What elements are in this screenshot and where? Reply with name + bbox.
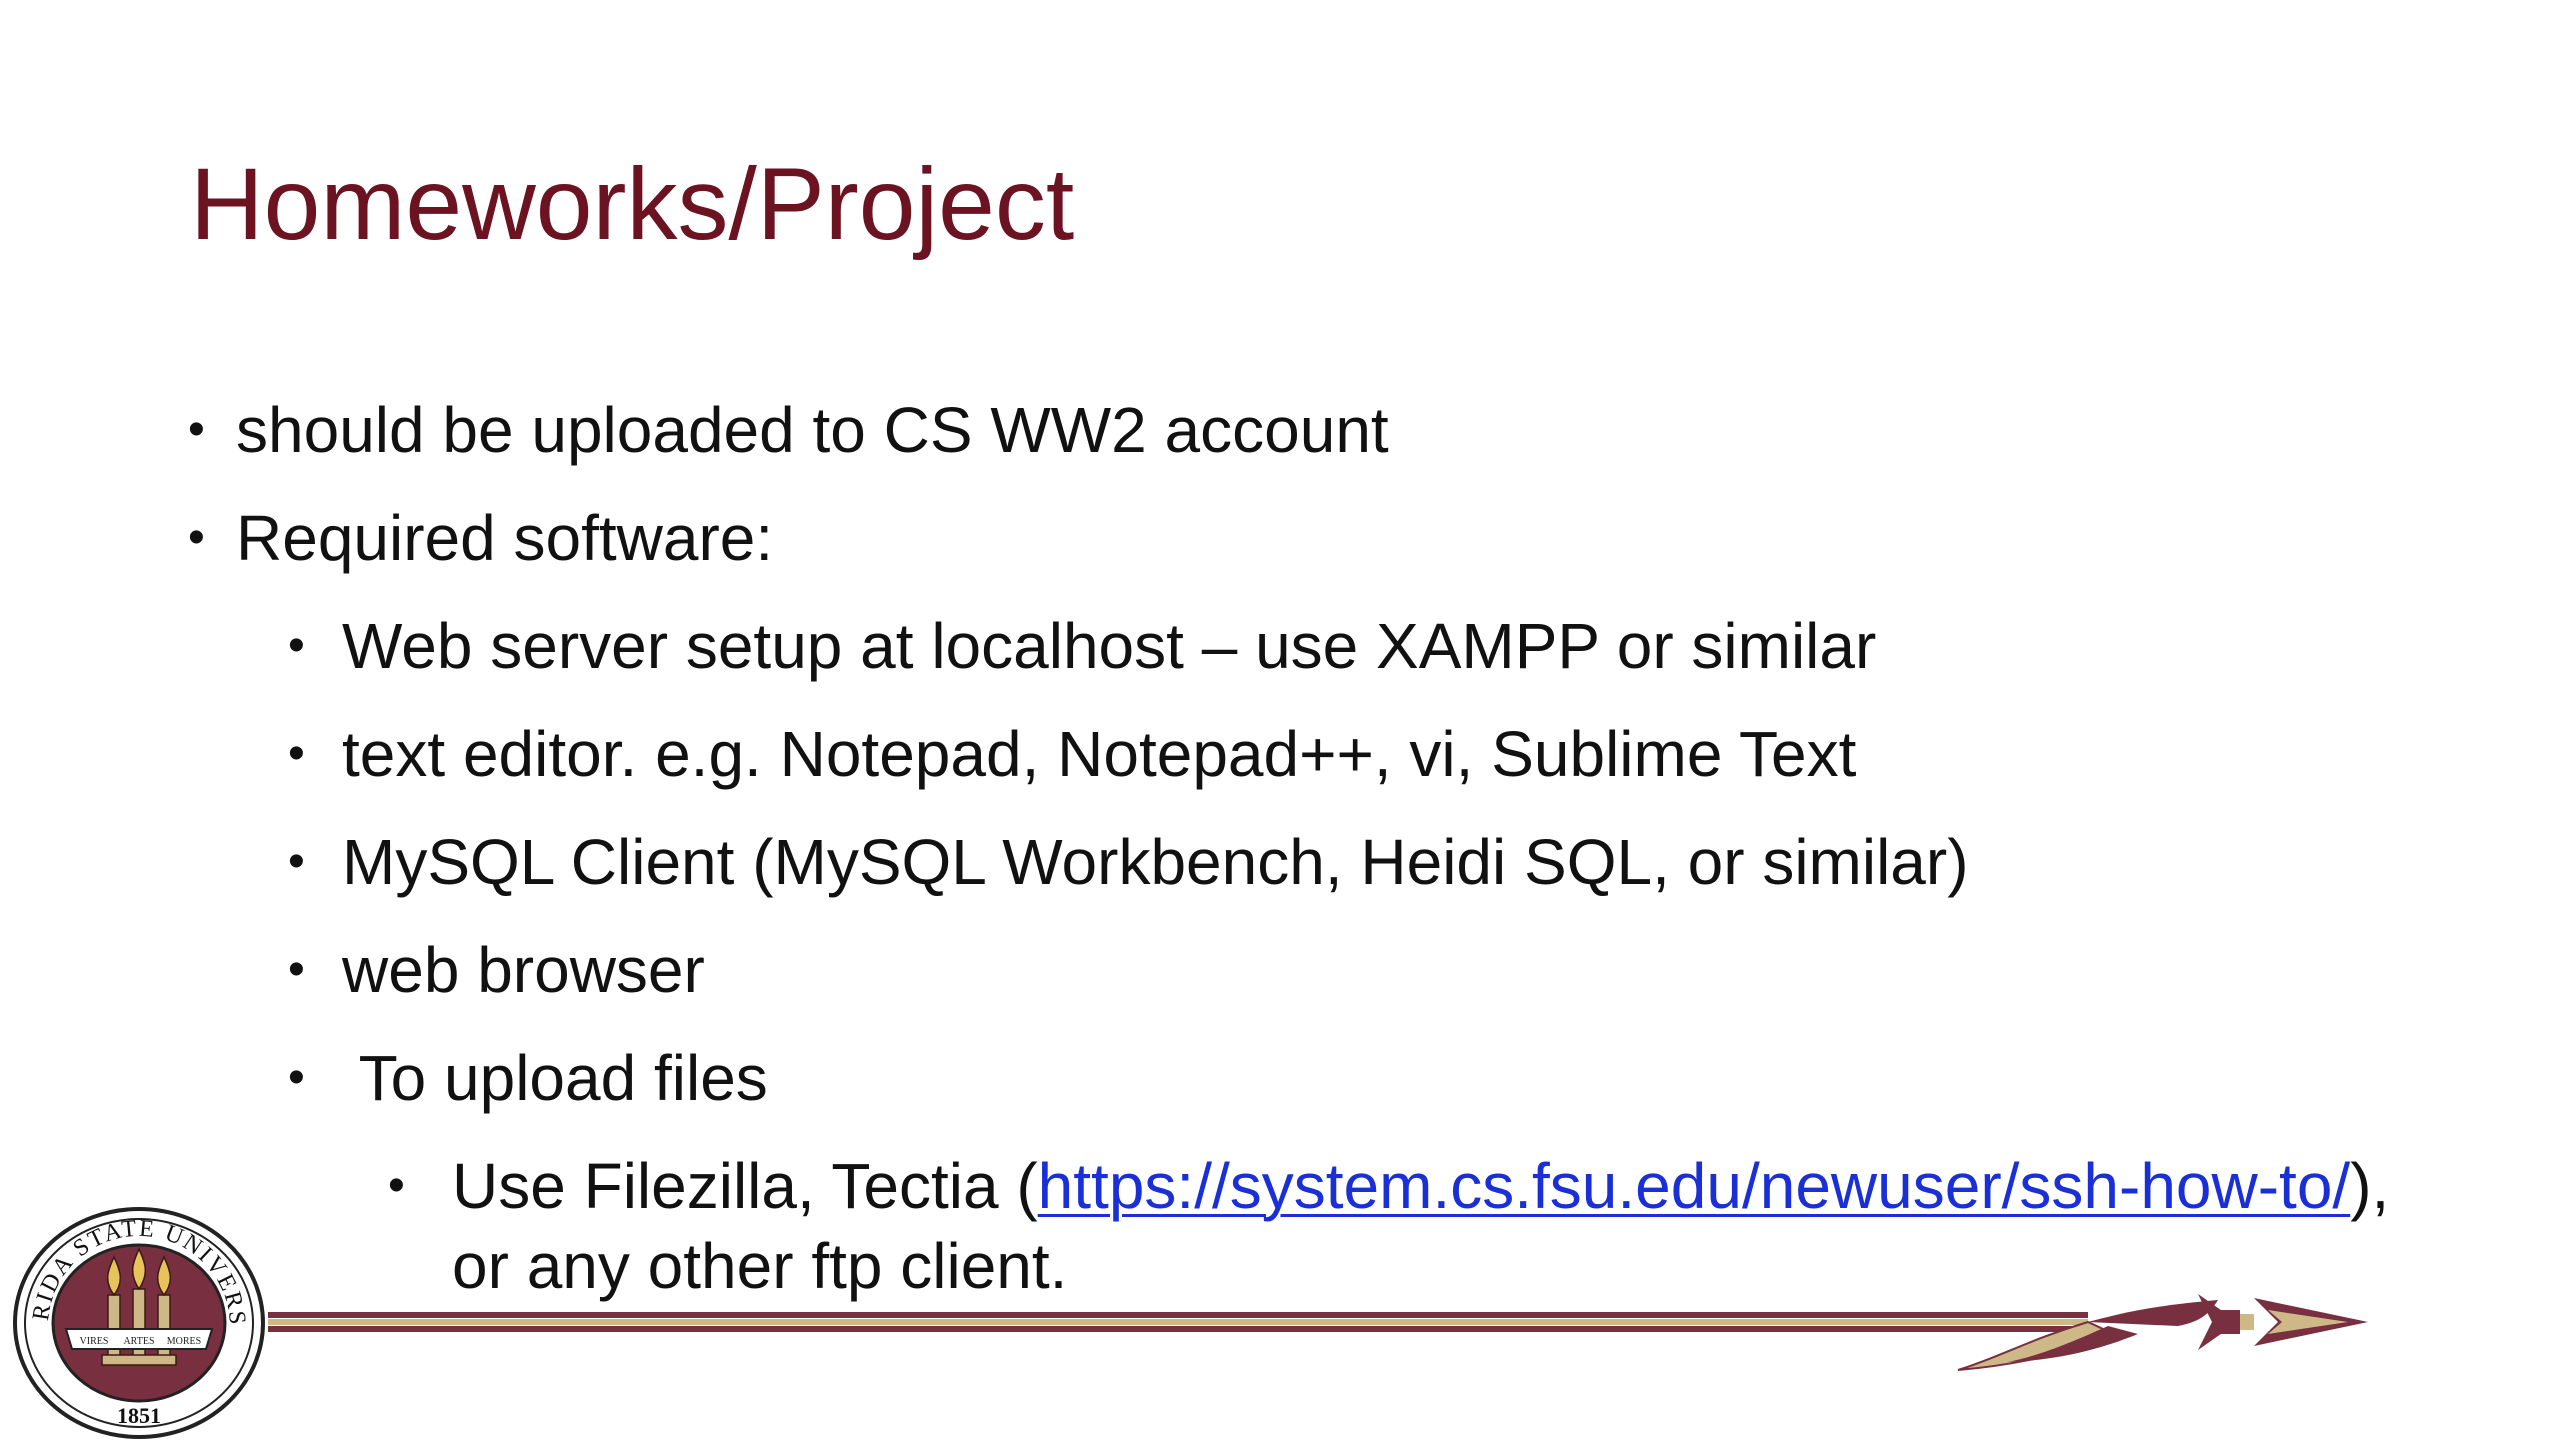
seal-motto-right: MORES	[167, 1336, 201, 1347]
bullet-text: web browser	[342, 934, 705, 1006]
bullet-dot: •	[288, 727, 305, 780]
seal-motto-left: VIRES	[80, 1336, 109, 1347]
seal-ribbon: VIRES ARTES MORES	[64, 1328, 214, 1350]
bullet-dot: •	[288, 1051, 305, 1104]
bullet-text: MySQL Client (MySQL Workbench, Heidi SQL…	[342, 826, 1969, 898]
seal-year: 1851	[117, 1403, 161, 1428]
text-before-link: Use Filezilla, Tectia (	[452, 1150, 1038, 1222]
bullet-dot: •	[288, 619, 305, 672]
bullet-text: Required software:	[236, 502, 774, 574]
bullet-dot: •	[188, 511, 205, 564]
seal-motto-middle: ARTES	[123, 1336, 154, 1347]
bullet-text: should be uploaded to CS WW2 account	[236, 394, 1389, 466]
slide: Homeworks/Project • should be uploaded t…	[0, 0, 2560, 1440]
bullet-dot: •	[288, 943, 305, 996]
bullet-dot: •	[388, 1159, 405, 1212]
bullet-dot: •	[188, 403, 205, 456]
spear-decoration-icon	[268, 1294, 2368, 1371]
bullet-text: Web server setup at localhost – use XAMP…	[342, 610, 1877, 682]
ssh-how-to-link[interactable]: https://system.cs.fsu.edu/newuser/ssh-ho…	[1038, 1150, 2351, 1222]
university-seal-logo: FLORIDA STATE UNIVERSITY 1851 VIRES ARTE…	[10, 1205, 265, 1439]
bullet-dot: •	[288, 835, 305, 888]
bullet-text: To upload files	[342, 1042, 768, 1114]
slide-title: Homeworks/Project	[190, 147, 1075, 261]
bullet-text: text editor. e.g. Notepad, Notepad++, vi…	[342, 718, 1857, 790]
